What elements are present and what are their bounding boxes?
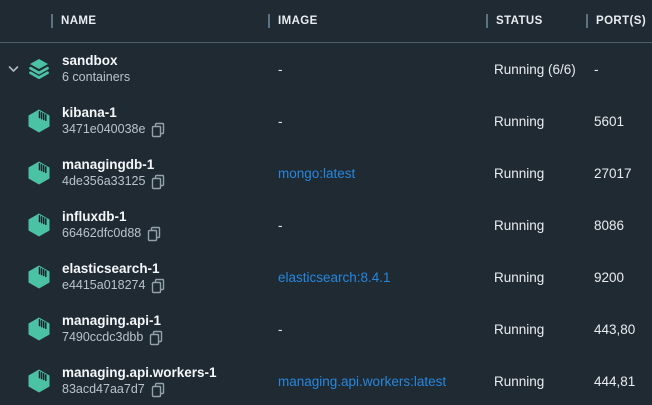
container-name: influxdb-1: [62, 208, 161, 225]
name-cell: managing.api-1 7490ccdc3dbb: [0, 303, 268, 355]
image-link[interactable]: elasticsearch:8.4.1: [268, 270, 486, 285]
stack-name: sandbox: [62, 52, 130, 69]
column-header-name-label: NAME: [61, 15, 96, 27]
containers-table: NAME IMAGE STATUS PORT(S) sandbox 6 cont…: [0, 0, 652, 405]
image-cell: -: [268, 62, 486, 77]
ports-cell: 27017: [586, 166, 652, 181]
container-id: e4415a018274: [62, 277, 145, 294]
ports-cell: 9200: [586, 270, 652, 285]
status-cell: Running: [486, 166, 586, 181]
image-link[interactable]: mongo:latest: [268, 166, 486, 181]
container-icon: [26, 264, 52, 290]
stack-container-count: 6 containers: [62, 69, 130, 86]
column-header-image[interactable]: IMAGE: [268, 14, 486, 28]
container-name: kibana-1: [62, 104, 165, 121]
name-cell: sandbox 6 containers: [0, 43, 268, 95]
table-row-container-elasticsearch-1[interactable]: elasticsearch-1 e4415a018274 elasticsear…: [0, 251, 652, 303]
ports-cell: 443,80: [586, 322, 652, 337]
container-name: managing.api.workers-1: [62, 364, 217, 381]
column-separator: [586, 14, 588, 28]
image-cell: -: [268, 218, 486, 233]
table-row-container-managingdb-1[interactable]: managingdb-1 4de356a33125 mongo:latest R…: [0, 147, 652, 199]
column-separator: [51, 14, 53, 28]
name-cell: managingdb-1 4de356a33125: [0, 147, 268, 199]
copy-icon[interactable]: [147, 226, 161, 242]
ports-cell: 5601: [586, 114, 652, 129]
expand-toggle[interactable]: [0, 64, 26, 74]
compose-stack-icon: [26, 56, 52, 82]
status-cell: Running: [486, 374, 586, 389]
copy-icon[interactable]: [151, 122, 165, 138]
name-cell: influxdb-1 66462dfc0d88: [0, 199, 268, 251]
table-row-container-managing-api-workers-1[interactable]: managing.api.workers-1 83acd47aa7d7 mana…: [0, 355, 652, 405]
image-link[interactable]: managing.api.workers:latest: [268, 374, 486, 389]
name-cell: kibana-1 3471e040038e: [0, 95, 268, 147]
table-row-container-influxdb-1[interactable]: influxdb-1 66462dfc0d88 - Running 8086: [0, 199, 652, 251]
copy-icon[interactable]: [151, 278, 165, 294]
status-cell: Running: [486, 114, 586, 129]
status-cell: Running: [486, 270, 586, 285]
container-name: managingdb-1: [62, 156, 165, 173]
container-id: 3471e040038e: [62, 121, 145, 138]
column-header-ports-label: PORT(S): [596, 15, 646, 27]
table-row-container-managing-api-1[interactable]: managing.api-1 7490ccdc3dbb - Running 44…: [0, 303, 652, 355]
status-cell: Running: [486, 322, 586, 337]
container-name: managing.api-1: [62, 312, 163, 329]
status-cell: Running: [486, 218, 586, 233]
status-cell: Running (6/6): [486, 62, 586, 77]
column-header-status-label: STATUS: [496, 15, 543, 27]
image-cell: -: [268, 114, 486, 129]
container-id: 4de356a33125: [62, 173, 145, 190]
table-header: NAME IMAGE STATUS PORT(S): [0, 0, 652, 43]
chevron-down-icon: [8, 64, 19, 74]
ports-cell: 444,81: [586, 374, 652, 389]
container-icon: [26, 212, 52, 238]
ports-cell: -: [586, 62, 652, 77]
column-separator: [268, 14, 270, 28]
table-row-container-kibana-1[interactable]: kibana-1 3471e040038e - Running 5601: [0, 95, 652, 147]
name-cell: elasticsearch-1 e4415a018274: [0, 251, 268, 303]
container-id: 83acd47aa7d7: [62, 381, 145, 398]
copy-icon[interactable]: [151, 174, 165, 190]
name-cell: managing.api.workers-1 83acd47aa7d7: [0, 355, 268, 405]
container-id: 7490ccdc3dbb: [62, 329, 143, 346]
container-name: elasticsearch-1: [62, 260, 165, 277]
column-separator: [486, 14, 488, 28]
column-header-ports[interactable]: PORT(S): [586, 14, 652, 28]
column-header-status[interactable]: STATUS: [486, 14, 586, 28]
copy-icon[interactable]: [149, 330, 163, 346]
container-icon: [26, 316, 52, 342]
image-cell: -: [268, 322, 486, 337]
container-id: 66462dfc0d88: [62, 225, 141, 242]
copy-icon[interactable]: [151, 382, 165, 398]
ports-cell: 8086: [586, 218, 652, 233]
container-icon: [26, 108, 52, 134]
container-icon: [26, 368, 52, 394]
column-header-name[interactable]: NAME: [0, 14, 268, 28]
table-row-stack-sandbox[interactable]: sandbox 6 containers - Running (6/6) -: [0, 43, 652, 95]
container-icon: [26, 160, 52, 186]
column-header-image-label: IMAGE: [278, 15, 318, 27]
